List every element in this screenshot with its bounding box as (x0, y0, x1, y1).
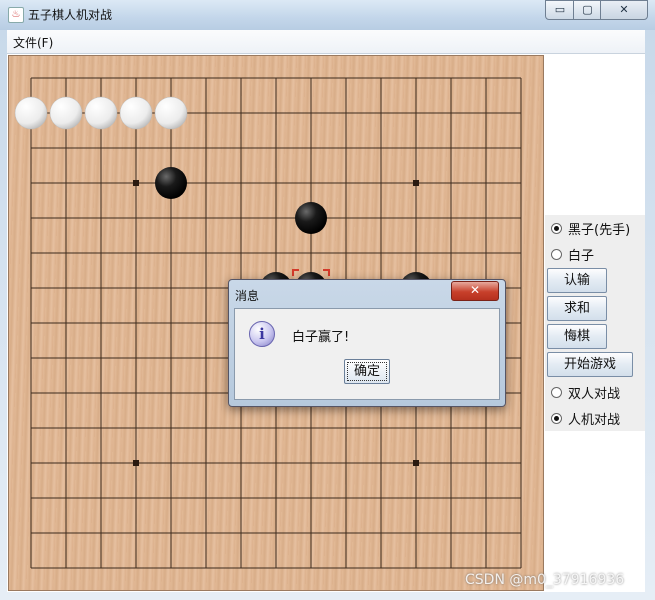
white-stone (84, 96, 118, 130)
watermark: CSDN @m0_37916936 (465, 572, 625, 588)
radio-indicator[interactable] (551, 412, 562, 424)
radio-label: 人机对战 (568, 412, 621, 428)
undo-button[interactable]: 悔棋 (547, 324, 607, 349)
black-stone (295, 202, 327, 234)
radio-white[interactable]: 白子 (551, 245, 595, 264)
radio-vs-computer[interactable]: 人机对战 (551, 409, 621, 428)
close-button[interactable]: ✕ (600, 0, 648, 20)
radio-two-player[interactable]: 双人对战 (551, 383, 621, 402)
draw-button[interactable]: 求和 (547, 296, 607, 321)
start-game-button[interactable]: 开始游戏 (547, 352, 633, 377)
maximize-button[interactable]: ▢ (573, 0, 602, 20)
radio-black-first[interactable]: 黑子(先手) (551, 219, 631, 238)
window-title: 五子棋人机对战 (28, 8, 113, 22)
radio-label: 白子 (568, 248, 595, 264)
java-app-icon: ♨ (8, 7, 24, 23)
radio-label: 黑子(先手) (568, 222, 631, 238)
dialog-message: 白子赢了! (292, 330, 350, 345)
dialog-title: 消息 (235, 289, 260, 303)
radio-indicator[interactable] (551, 386, 562, 398)
dialog-close-button[interactable]: ✕ (451, 281, 499, 301)
radio-indicator[interactable] (551, 222, 562, 234)
white-stone (154, 96, 188, 130)
black-stone (155, 167, 187, 199)
star-point (133, 460, 139, 466)
app-window: ♨ 五子棋人机对战 ▭ ▢ ✕ 文件(F) 黑子(先手) 白子 认输 求和 悔棋… (0, 0, 655, 600)
radio-label: 双人对战 (568, 386, 621, 402)
info-icon: i (249, 321, 275, 347)
dialog-body: i 白子赢了! 确定 (234, 308, 500, 400)
menu-bar: 文件(F) (7, 30, 645, 54)
resign-button[interactable]: 认输 (547, 268, 607, 293)
ok-button[interactable]: 确定 (344, 359, 390, 384)
white-stone (49, 96, 83, 130)
star-point (133, 180, 139, 186)
star-point (413, 460, 419, 466)
message-dialog: 消息 ✕ i 白子赢了! 确定 (228, 279, 506, 407)
white-stone (14, 96, 48, 130)
minimize-button[interactable]: ▭ (545, 0, 575, 20)
menu-file[interactable]: 文件(F) (13, 34, 53, 51)
star-point (413, 180, 419, 186)
white-stone (119, 96, 153, 130)
radio-indicator[interactable] (551, 248, 562, 260)
